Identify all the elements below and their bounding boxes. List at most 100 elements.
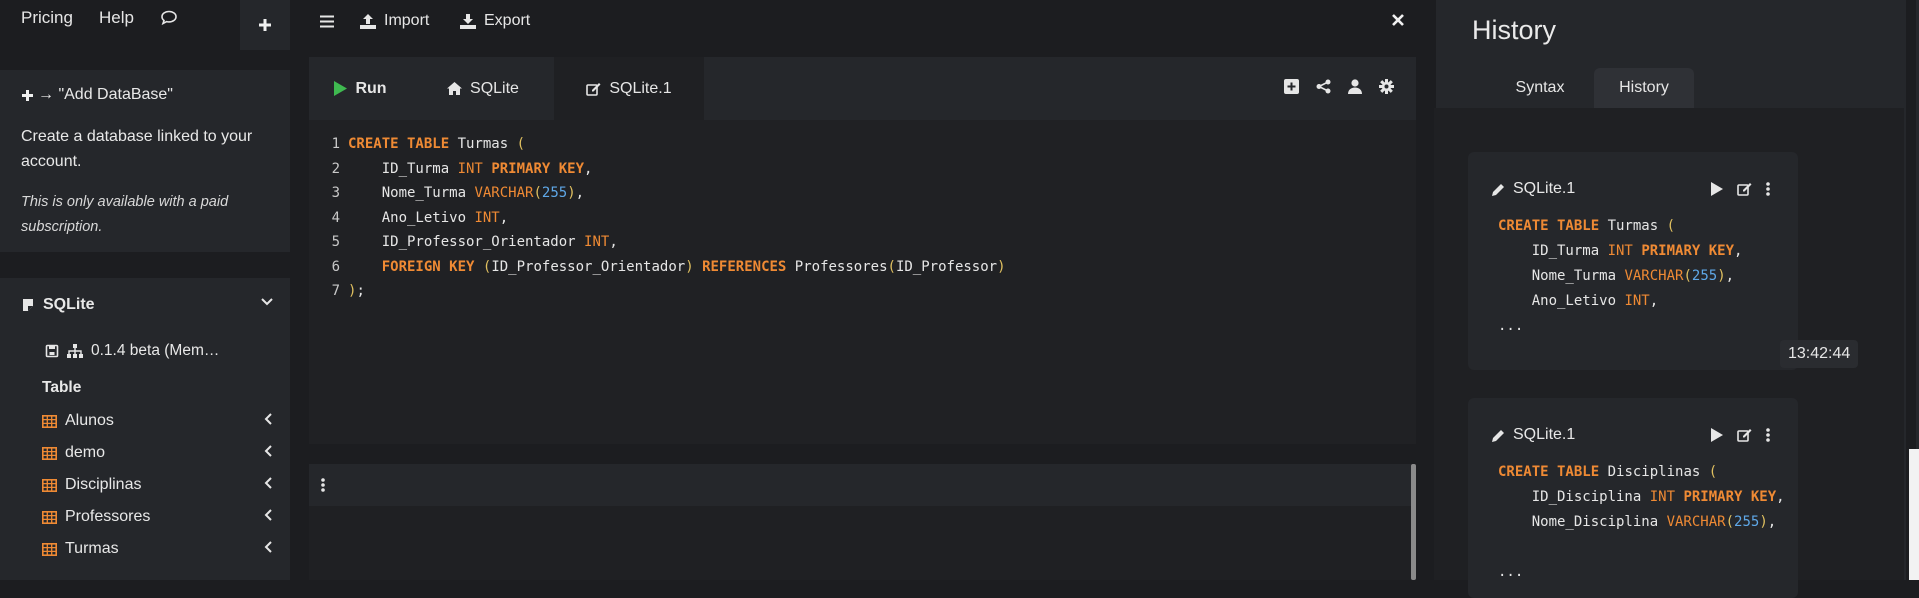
line-number: 5 <box>331 234 340 250</box>
sql-editor-panel: Run SQLite SQLite.1 1 CREATE TABLE Turma… <box>309 57 1416 444</box>
tab-sqlite[interactable]: SQLite <box>413 57 553 120</box>
history-title: History <box>1472 15 1557 45</box>
code-line: ID_Disciplina INT PRIMARY KEY, <box>1498 485 1785 510</box>
results-scrollbar[interactable] <box>1411 464 1416 580</box>
close-icon[interactable] <box>1392 14 1404 26</box>
code-token: ID_Professor_Orientador <box>491 258 686 275</box>
code-token: VARCHAR <box>1666 514 1726 530</box>
tab-syntax[interactable]: Syntax <box>1486 68 1594 108</box>
table-name: Turmas <box>65 540 119 557</box>
play-icon[interactable] <box>1711 428 1723 442</box>
code-token: ) <box>1759 514 1768 530</box>
table-name: demo <box>65 444 106 461</box>
line-number: 3 <box>331 185 340 201</box>
plus-icon <box>258 18 272 32</box>
code-token: , <box>575 185 585 201</box>
export-button[interactable]: Export <box>460 12 530 30</box>
chevron-left-icon[interactable] <box>264 413 272 425</box>
code-token: ID_Turma <box>348 160 458 177</box>
code-token: , <box>1776 489 1785 505</box>
code-area[interactable]: 1 CREATE TABLE Turmas (2 ID_Turma INT PRI… <box>309 132 1416 304</box>
code-token: , <box>1734 243 1743 259</box>
vertical-dots-icon[interactable] <box>1766 428 1770 442</box>
database-icon <box>21 298 35 312</box>
menu-icon[interactable] <box>320 15 334 28</box>
line-number: 6 <box>331 258 340 275</box>
code-token: Disciplinas <box>1599 464 1709 480</box>
main-toolbar: Import Export <box>308 0 1408 46</box>
save-icon[interactable] <box>45 344 59 358</box>
database-version-row: 0.1.4 beta (Mem… <box>45 342 219 360</box>
code-line: Nome_Turma VARCHAR(255), <box>1498 264 1742 289</box>
code-token: VARCHAR <box>474 185 534 201</box>
code-token: ( <box>1725 514 1735 530</box>
code-token: , <box>1725 268 1735 284</box>
add-database-title[interactable]: → "Add DataBase" <box>21 86 173 104</box>
code-token: INT <box>1607 243 1633 259</box>
code-token: ( <box>1683 268 1692 284</box>
vertical-dots-icon[interactable] <box>1766 182 1770 196</box>
chevron-down-icon[interactable] <box>261 298 273 306</box>
code-token: ) <box>567 185 576 201</box>
chevron-left-icon[interactable] <box>264 509 272 521</box>
pricing-link[interactable]: Pricing <box>21 8 73 28</box>
table-icon <box>42 414 57 428</box>
edit-icon[interactable] <box>1737 428 1752 442</box>
chevron-left-icon[interactable] <box>264 445 272 457</box>
sidebar-item-table[interactable]: Alunos <box>42 409 272 433</box>
tab-sqlite-1[interactable]: SQLite.1 <box>554 57 704 120</box>
subscription-note: This is only available with a paid subsc… <box>21 194 229 235</box>
chat-icon[interactable] <box>160 10 178 26</box>
code-line: 2 ID_Turma INT PRIMARY KEY, <box>309 157 1416 182</box>
sidebar-item-table[interactable]: Professores <box>42 505 272 529</box>
run-button[interactable]: Run <box>309 57 412 120</box>
help-link[interactable]: Help <box>99 8 134 28</box>
database-panel: SQLite 0.1.4 beta (Mem… Table Alunos demo… <box>0 278 290 580</box>
user-icon[interactable] <box>1348 79 1362 94</box>
history-entry-code[interactable]: CREATE TABLE Disciplinas ( ID_Disciplina… <box>1498 460 1785 585</box>
results-header <box>309 464 1411 506</box>
edit-icon[interactable] <box>1737 182 1752 196</box>
code-token: INT <box>1624 293 1650 309</box>
chevron-left-icon[interactable] <box>264 541 272 553</box>
import-button[interactable]: Import <box>360 12 429 30</box>
code-token: REFERENCES <box>702 258 787 275</box>
table-icon <box>42 478 57 492</box>
play-icon[interactable] <box>1711 182 1723 196</box>
sidebar-item-table[interactable]: Disciplinas <box>42 473 272 497</box>
gear-icon[interactable] <box>1379 79 1394 94</box>
sidebar-item-table[interactable]: demo <box>42 441 272 465</box>
history-entry-code[interactable]: CREATE TABLE Turmas ( ID_Turma INT PRIMA… <box>1498 214 1742 339</box>
table-name: Disciplinas <box>65 476 142 493</box>
sidebar-item-table[interactable]: Turmas <box>42 537 272 561</box>
code-token: ... <box>1498 318 1524 334</box>
code-token: CREATE TABLE <box>1498 464 1600 480</box>
chevron-left-icon[interactable] <box>264 477 272 489</box>
code-token: ( <box>887 258 896 275</box>
editor-tabs: Run SQLite SQLite.1 <box>309 57 1416 120</box>
history-entry-actions <box>1711 428 1770 442</box>
code-token: INT <box>457 160 483 177</box>
code-token: Nome_Disciplina <box>1498 514 1667 530</box>
code-line: CREATE TABLE Turmas ( <box>1498 214 1742 239</box>
code-token: CREATE TABLE <box>348 136 450 152</box>
sitemap-icon[interactable] <box>67 344 83 358</box>
table-name: Professores <box>65 508 151 525</box>
plus-square-icon[interactable] <box>1284 79 1299 94</box>
database-header[interactable]: SQLite <box>21 296 273 314</box>
code-token: INT <box>1649 489 1676 505</box>
vertical-dots-icon[interactable] <box>321 478 325 492</box>
code-token: ID_Professor_Orientador <box>348 234 585 250</box>
database-version: 0.1.4 beta (Mem… <box>91 342 220 359</box>
table-icon <box>42 542 57 556</box>
history-entry-actions <box>1711 182 1770 196</box>
add-button[interactable] <box>240 0 290 50</box>
share-icon[interactable] <box>1316 79 1331 94</box>
upload-icon <box>360 13 376 29</box>
tab-history[interactable]: History <box>1594 68 1694 108</box>
download-icon <box>460 13 476 29</box>
table-icon <box>42 510 57 524</box>
code-token: , <box>584 160 593 177</box>
